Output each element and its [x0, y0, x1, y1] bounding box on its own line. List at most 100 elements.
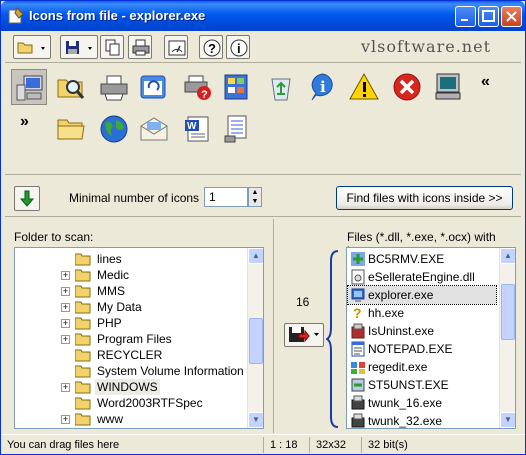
tree-item[interactable]: + Medic	[15, 267, 245, 283]
scan-down-button[interactable]	[14, 186, 40, 211]
files-list-scrollbar[interactable]: ▲ ▼	[499, 248, 515, 428]
file-item[interactable]: ? hh.exe	[348, 304, 496, 322]
expand-icon[interactable]: +	[61, 415, 70, 424]
print-button[interactable]	[128, 35, 152, 59]
scroll-down-icon[interactable]: ▼	[248, 412, 263, 428]
minimize-button[interactable]	[455, 6, 476, 27]
file-item[interactable]: explorer.exe	[347, 285, 497, 305]
file-item[interactable]: eSellerateEngine.dll	[348, 268, 496, 286]
prev-icons-button[interactable]: «	[481, 73, 490, 91]
scroll-up-icon[interactable]: ▲	[248, 248, 263, 264]
mail-icon[interactable]	[136, 111, 172, 147]
maximize-button[interactable]	[478, 6, 499, 27]
globe-icon[interactable]	[96, 111, 132, 147]
expand-icon[interactable]: +	[61, 335, 70, 344]
folder-icon[interactable]	[53, 111, 89, 147]
control-panel-icon[interactable]	[219, 69, 255, 105]
min-icons-input[interactable]: 1	[204, 187, 248, 207]
printer-icon[interactable]	[96, 69, 132, 105]
error-icon[interactable]	[389, 69, 425, 105]
file-item[interactable]: IsUninst.exe	[348, 322, 496, 340]
next-icons-button[interactable]: »	[20, 113, 29, 131]
expand-icon[interactable]: +	[61, 303, 70, 312]
tree-item[interactable]: RECYCLER	[15, 347, 245, 363]
expand-icon[interactable]: +	[61, 319, 70, 328]
recycle-bin-icon[interactable]	[263, 69, 299, 105]
tree-item[interactable]: + MMS	[15, 283, 245, 299]
tree-item[interactable]: + www	[15, 411, 245, 427]
folder-icon	[75, 301, 91, 314]
printer-help-icon[interactable]: ?	[180, 69, 216, 105]
word-document-icon[interactable]: W	[180, 111, 216, 147]
tree-item[interactable]: + My Data	[15, 299, 245, 315]
file-item[interactable]: NOTEPAD.EXE	[348, 340, 496, 358]
copy-icon	[105, 39, 120, 56]
explorer-icon	[351, 288, 365, 302]
icon-count: 16	[296, 295, 310, 309]
scroll-thumb[interactable]	[249, 318, 263, 364]
open-folder-button[interactable]	[13, 35, 51, 59]
controls-row: Minimal number of icons 1 ▲ ▼ Find files…	[5, 177, 521, 217]
svg-text:W: W	[187, 121, 197, 132]
tree-item-label: WINDOWS	[95, 379, 160, 395]
folder-pane: Folder to scan: lines + Medic + MMS + My…	[5, 219, 269, 433]
scanner-icon	[351, 413, 365, 428]
tree-item-label: System Volume Information	[97, 364, 244, 378]
folder-icon	[75, 397, 91, 410]
scroll-thumb[interactable]	[501, 284, 515, 340]
expand-icon[interactable]: +	[61, 383, 70, 392]
tree-item-label: My Data	[97, 300, 142, 314]
scroll-down-icon[interactable]: ▼	[500, 412, 515, 428]
status-bar: You can drag files here 1 : 18 32x32 32 …	[1, 434, 525, 454]
green-arrow-down-icon	[19, 190, 35, 207]
warning-icon[interactable]	[346, 69, 382, 105]
save-icons-button[interactable]	[284, 323, 324, 347]
files-pane: Files (*.dll, *.exe, *.ocx) with icons: …	[273, 219, 521, 433]
files-list[interactable]: BC5RMV.EXE eSellerateEngine.dll explorer…	[346, 247, 516, 429]
tree-item-label: PHP	[97, 316, 122, 330]
close-button[interactable]	[501, 6, 522, 27]
document-list-icon[interactable]	[219, 111, 255, 147]
min-icons-label: Minimal number of icons	[69, 191, 200, 205]
save-button[interactable]	[60, 35, 98, 59]
tree-item[interactable]: lines	[15, 251, 245, 267]
computer-monitor-icon[interactable]	[430, 69, 466, 105]
spin-down-icon[interactable]: ▼	[249, 197, 261, 206]
tree-item[interactable]: + PHP	[15, 315, 245, 331]
file-item[interactable]: BC5RMV.EXE	[348, 250, 496, 268]
find-files-button[interactable]: Find files with icons inside >>	[336, 186, 513, 210]
file-item[interactable]: regedit.exe	[348, 358, 496, 376]
close-icon	[506, 11, 517, 22]
scroll-up-icon[interactable]: ▲	[500, 248, 515, 264]
expand-icon[interactable]: +	[61, 287, 70, 296]
min-icons-spinner[interactable]: ▲ ▼	[248, 187, 262, 207]
about-button[interactable]: i	[226, 35, 250, 59]
maximize-icon	[482, 10, 495, 22]
file-item[interactable]: twunk_32.exe	[348, 412, 496, 428]
tree-item[interactable]: System Volume Information	[15, 363, 245, 379]
copy-button[interactable]	[100, 35, 124, 59]
folder-tree-scrollbar[interactable]: ▲ ▼	[247, 248, 263, 428]
tree-item[interactable]: Word2003RTFSpec	[15, 395, 245, 411]
title-bar[interactable]: Icons from file - explorer.exe	[1, 1, 525, 31]
status-depth: 32 bit(s)	[361, 437, 408, 453]
spin-up-icon[interactable]: ▲	[249, 188, 261, 197]
regedit-icon	[351, 362, 365, 374]
tree-item[interactable]: + WINDOWS	[15, 379, 245, 395]
refresh-window-icon[interactable]	[136, 69, 172, 105]
brand-text: vlsoftware.net	[361, 37, 491, 56]
help-button[interactable]: ?	[199, 35, 223, 59]
svg-text:?: ?	[201, 89, 208, 101]
folder-icon	[75, 381, 91, 394]
svg-text:?: ?	[353, 305, 362, 321]
folder-icon	[75, 349, 91, 362]
info-icon[interactable]: i	[305, 69, 341, 105]
file-item[interactable]: twunk_16.exe	[348, 394, 496, 412]
tree-item[interactable]: + Program Files	[15, 331, 245, 347]
my-computer-icon[interactable]	[11, 69, 47, 105]
screenshot-button[interactable]	[164, 35, 188, 59]
search-folder-icon[interactable]	[53, 69, 89, 105]
folder-tree[interactable]: lines + Medic + MMS + My Data + PHP + Pr…	[14, 247, 264, 429]
file-item[interactable]: ST5UNST.EXE	[348, 376, 496, 394]
expand-icon[interactable]: +	[61, 271, 70, 280]
